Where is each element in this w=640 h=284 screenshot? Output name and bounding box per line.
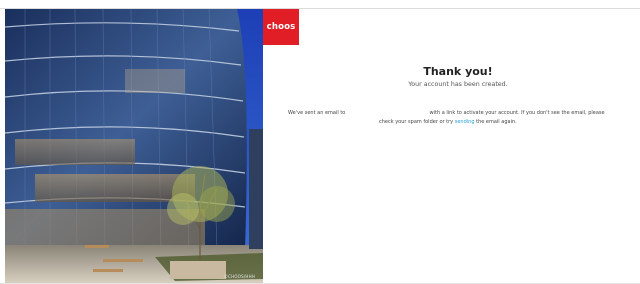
logo-text: choos xyxy=(266,22,296,32)
photo-credit: ©CHOOS/HHH xyxy=(223,274,255,279)
message-text-3: check your spam folder or try xyxy=(379,119,454,125)
message-text-2: with a link to activate your account. If… xyxy=(429,110,605,116)
page-title: Thank you! xyxy=(423,65,493,78)
spam-folder-message: check your spam folder or try sending th… xyxy=(379,119,619,125)
choos-logo[interactable]: choos xyxy=(263,9,299,45)
message-text-4: the email again. xyxy=(476,119,517,125)
page: ©CHOOS/HHH choos Thank you! Your account… xyxy=(0,0,640,284)
email-sent-message: We've sent an email to with a link to ac… xyxy=(288,110,628,116)
message-text-1: We've sent an email to xyxy=(288,110,346,116)
resend-email-link[interactable]: sending xyxy=(455,119,475,125)
building-photo: ©CHOOS/HHH xyxy=(5,9,263,284)
subtitle: Your account has been created. xyxy=(408,81,508,88)
